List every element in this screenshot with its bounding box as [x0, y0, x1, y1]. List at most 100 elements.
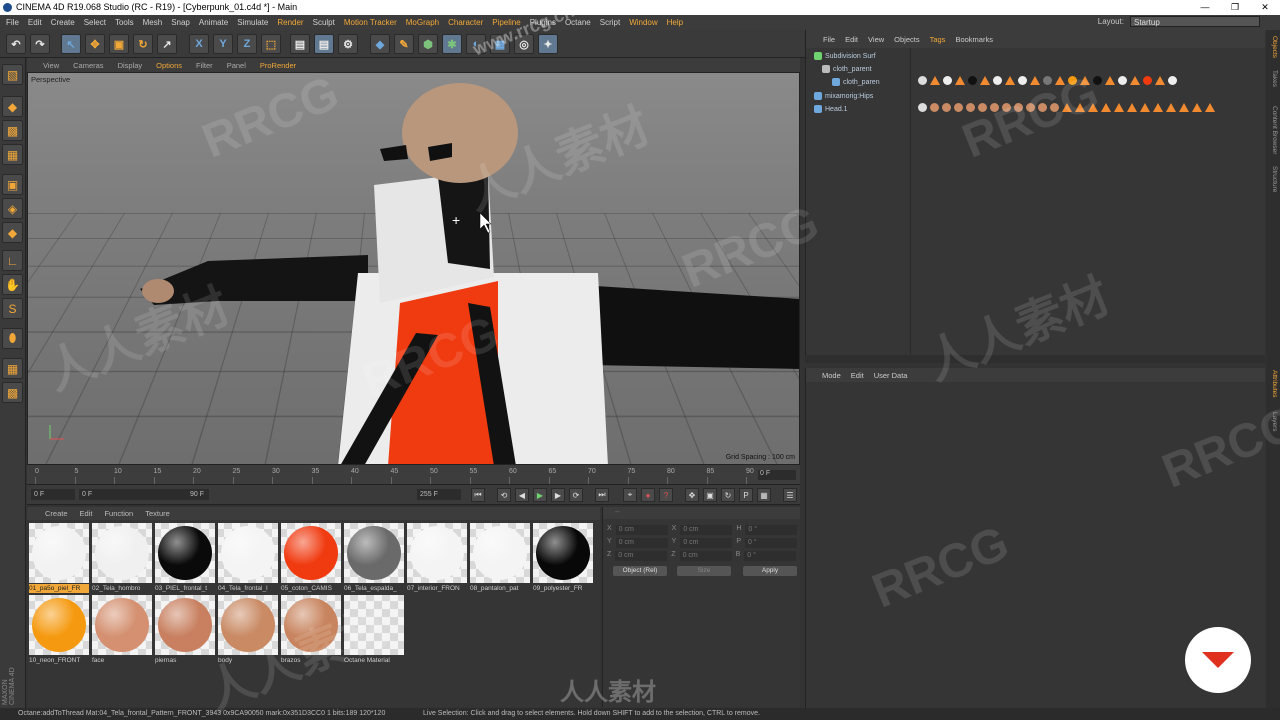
material-swatch[interactable]: 01_pa5o_piel_FR: [29, 523, 89, 593]
menu-animate[interactable]: Animate: [199, 18, 228, 27]
play-icon[interactable]: ▶: [533, 488, 547, 502]
apply-button[interactable]: Apply: [743, 566, 797, 576]
render-view-icon[interactable]: ▤: [290, 34, 310, 54]
tag-row[interactable]: [918, 74, 1177, 86]
layout-dropdown[interactable]: Startup: [1130, 16, 1260, 27]
close-button[interactable]: ✕: [1250, 0, 1280, 15]
perspective-viewport[interactable]: Perspective + Grid Spacing : 100 cm: [27, 72, 800, 465]
menu-script[interactable]: Script: [600, 18, 620, 27]
material-swatch[interactable]: face: [92, 595, 152, 665]
edges-mode-icon[interactable]: ◈: [2, 198, 23, 219]
coordinate-field[interactable]: 0 cm: [615, 551, 668, 561]
menu-tools[interactable]: Tools: [115, 18, 134, 27]
next-frame-icon[interactable]: ▶: [551, 488, 565, 502]
material-swatch[interactable]: 05_coton_CAMIS: [281, 523, 341, 593]
menu-select[interactable]: Select: [84, 18, 106, 27]
mograph-icon[interactable]: ✱: [442, 34, 462, 54]
camera-icon[interactable]: ◎: [514, 34, 534, 54]
side-tab-objects[interactable]: Objects: [1268, 36, 1278, 58]
snap-icon[interactable]: S: [2, 298, 23, 319]
coordinate-field[interactable]: 0 cm: [680, 525, 733, 535]
live-selection-icon[interactable]: ↖: [61, 34, 81, 54]
pen-icon[interactable]: ✎: [394, 34, 414, 54]
menu-plugins[interactable]: Plugins: [530, 18, 556, 27]
material-menu-create[interactable]: Create: [45, 509, 68, 518]
start-frame-field[interactable]: 0 F: [31, 489, 75, 500]
menu-snap[interactable]: Snap: [171, 18, 190, 27]
material-swatch[interactable]: 10_neon_FRONT: [29, 595, 89, 665]
menu-simulate[interactable]: Simulate: [237, 18, 268, 27]
record-active-icon[interactable]: ●: [641, 488, 655, 502]
soft-selection-icon[interactable]: ▩: [2, 382, 23, 403]
viewport-menu-cameras[interactable]: Cameras: [73, 61, 103, 70]
menu-file[interactable]: File: [6, 18, 19, 27]
recent-tools-icon[interactable]: ↗: [157, 34, 177, 54]
menu-create[interactable]: Create: [51, 18, 75, 27]
side-tab-layers[interactable]: Layers: [1268, 412, 1278, 432]
object-manager-scrollbar[interactable]: [805, 355, 1265, 363]
coordinate-field[interactable]: 0 cm: [680, 538, 733, 548]
object-menu-bookmarks[interactable]: Bookmarks: [955, 35, 993, 44]
coordinate-field[interactable]: 0 cm: [615, 538, 668, 548]
minimize-button[interactable]: —: [1190, 0, 1220, 15]
render-picture-viewer-icon[interactable]: ▤: [314, 34, 334, 54]
goto-start-icon[interactable]: ⏮: [471, 488, 485, 502]
side-tab-structure[interactable]: Structure: [1268, 166, 1278, 192]
redo-icon[interactable]: ↷: [30, 34, 50, 54]
menu-edit[interactable]: Edit: [28, 18, 42, 27]
menu-motion-tracker[interactable]: Motion Tracker: [344, 18, 397, 27]
autokey-icon[interactable]: ?: [659, 488, 673, 502]
attribute-menu-edit[interactable]: Edit: [851, 371, 864, 380]
attribute-menu-mode[interactable]: Mode: [822, 371, 841, 380]
menu-pipeline[interactable]: Pipeline: [492, 18, 520, 27]
keyframe-selection-icon[interactable]: ⌖: [623, 488, 637, 502]
menu-help[interactable]: Help: [667, 18, 683, 27]
y-axis-lock[interactable]: Y: [213, 34, 233, 54]
material-swatch[interactable]: 07_interior_FRON: [407, 523, 467, 593]
material-menu-function[interactable]: Function: [104, 509, 133, 518]
side-tab-content-browser[interactable]: Content Browser: [1268, 106, 1278, 154]
coordinate-field[interactable]: 0 cm: [679, 551, 732, 561]
coordinate-field[interactable]: 0 °: [745, 525, 798, 535]
menu-sculpt[interactable]: Sculpt: [313, 18, 335, 27]
size-mode-dropdown[interactable]: Size: [677, 566, 731, 576]
viewport-menu-display[interactable]: Display: [118, 61, 143, 70]
scheme-icon[interactable]: ☰: [783, 488, 797, 502]
object-row[interactable]: cloth_paren: [832, 76, 880, 88]
tag-row-head[interactable]: [918, 101, 1215, 113]
next-key-icon[interactable]: ⟳: [569, 488, 583, 502]
maximize-button[interactable]: ❐: [1220, 0, 1250, 15]
object-row[interactable]: mixamorig:Hips: [814, 90, 873, 102]
material-menu-texture[interactable]: Texture: [145, 509, 170, 518]
timeline-ruler[interactable]: 0 5 10 15 20 25 30 35 40 45 50 55 60 65 70 75 80 85 90 0 F: [27, 465, 800, 485]
menu-mesh[interactable]: Mesh: [143, 18, 163, 27]
object-row[interactable]: Subdivision Surf: [814, 50, 876, 62]
side-tab-attributes[interactable]: Attributes: [1268, 370, 1278, 397]
object-row[interactable]: Head.1: [814, 103, 848, 115]
key-pla-icon[interactable]: ▦: [757, 488, 771, 502]
object-menu-tags[interactable]: Tags: [930, 35, 946, 44]
cube-icon[interactable]: ◆: [370, 34, 390, 54]
object-menu-edit[interactable]: Edit: [845, 35, 858, 44]
workplane-lock-icon[interactable]: ⬮: [2, 328, 23, 349]
material-swatch[interactable]: 09_polyester_FR: [533, 523, 593, 593]
material-menu-edit[interactable]: Edit: [80, 509, 93, 518]
object-menu-objects[interactable]: Objects: [894, 35, 919, 44]
character-model[interactable]: +: [28, 73, 800, 465]
material-swatch[interactable]: brazos: [281, 595, 341, 665]
current-frame-field[interactable]: 0 F: [758, 470, 796, 480]
prev-frame-icon[interactable]: ◀: [515, 488, 529, 502]
material-swatch[interactable]: 03_PIEL_frontal_t: [155, 523, 215, 593]
goto-end-icon[interactable]: ⏭: [595, 488, 609, 502]
axis-mode-icon[interactable]: ∟: [2, 250, 23, 271]
viewport-menu-filter[interactable]: Filter: [196, 61, 213, 70]
object-menu-file[interactable]: File: [823, 35, 835, 44]
material-swatch[interactable]: 08_pantalon_pat: [470, 523, 530, 593]
x-axis-lock[interactable]: X: [189, 34, 209, 54]
viewport-menu-prorender[interactable]: ProRender: [260, 61, 296, 70]
texture-mode-icon[interactable]: ▩: [2, 120, 23, 141]
attribute-menu-user-data[interactable]: User Data: [874, 371, 908, 380]
model-mode-icon[interactable]: ◆: [2, 96, 23, 117]
material-swatch[interactable]: piernas: [155, 595, 215, 665]
menu-mograph[interactable]: MoGraph: [406, 18, 439, 27]
